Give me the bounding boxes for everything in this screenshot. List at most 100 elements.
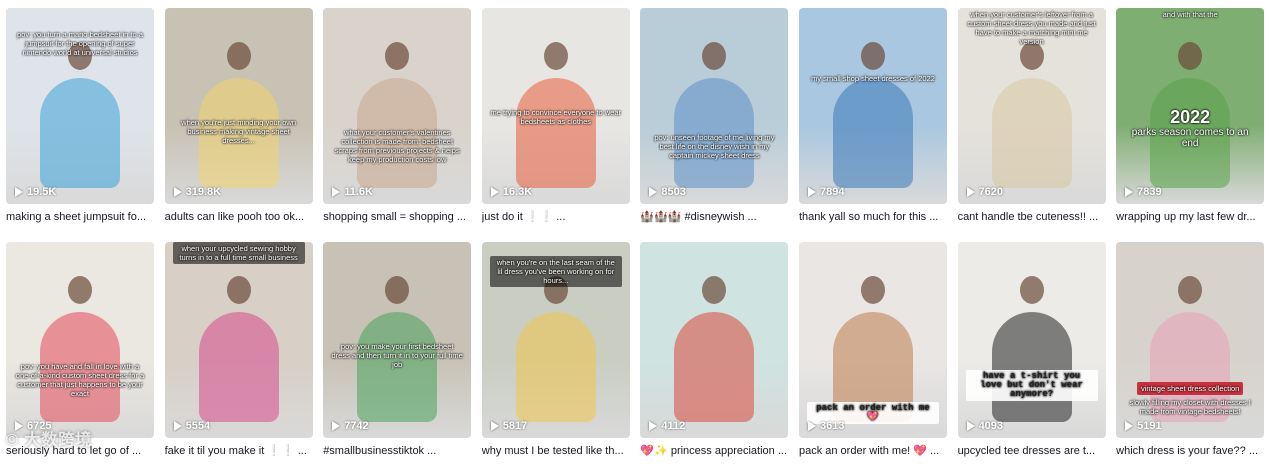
video-thumbnail[interactable]: what your customer's valentines collecti… bbox=[323, 8, 472, 204]
video-card[interactable]: what your customer's valentines collecti… bbox=[323, 8, 472, 242]
view-count: 319.8K bbox=[173, 186, 222, 198]
person-head bbox=[860, 276, 885, 304]
video-card[interactable]: pov: you turn a mario bedsheet in to a j… bbox=[6, 8, 154, 242]
view-count: 7742 bbox=[332, 420, 369, 432]
video-card[interactable]: pack an order with me 💖 3613 pack an order… bbox=[798, 242, 947, 476]
video-card[interactable]: when your upcycled sewing hobby turns in… bbox=[164, 242, 313, 476]
video-thumbnail[interactable]: and with that the 2022 parks season comes … bbox=[1116, 8, 1265, 204]
video-card[interactable]: vintage sheet dress collection slowly fil… bbox=[1116, 242, 1265, 476]
video-thumbnail[interactable]: when your customer's leftover from a cus… bbox=[957, 8, 1106, 204]
view-count-label: 7620 bbox=[978, 186, 1004, 198]
play-icon bbox=[1125, 187, 1134, 197]
view-count-label: 8503 bbox=[661, 186, 686, 198]
view-count-label: 19.5K bbox=[27, 186, 57, 198]
video-overlay-text: when you're just minding your own busine… bbox=[181, 118, 296, 145]
view-count-label: 7742 bbox=[344, 420, 369, 432]
video-card[interactable]: my small shop sheet dresses of 2022 7894 t… bbox=[798, 8, 947, 242]
play-icon bbox=[649, 187, 658, 197]
video-thumbnail[interactable]: my small shop sheet dresses of 2022 7894 bbox=[798, 8, 947, 204]
view-count: 7894 bbox=[807, 186, 844, 198]
play-icon bbox=[807, 187, 816, 197]
person-head bbox=[702, 276, 727, 304]
view-count-label: 319.8K bbox=[185, 186, 222, 198]
view-count: 16.3K bbox=[490, 186, 532, 198]
video-caption[interactable]: thank yall so much for this ... bbox=[799, 210, 947, 224]
view-count: 5817 bbox=[490, 420, 528, 432]
view-count-label: 5191 bbox=[1137, 420, 1162, 432]
person-head bbox=[385, 276, 410, 304]
video-thumbnail[interactable]: vintage sheet dress collection slowly fil… bbox=[1116, 242, 1265, 438]
video-caption[interactable]: shopping small = shopping ... bbox=[323, 210, 471, 224]
dress-shape bbox=[674, 312, 755, 422]
video-caption[interactable]: upcycled tee dresses are t... bbox=[958, 444, 1106, 458]
video-caption[interactable]: fake it til you make it ❕❕ ... bbox=[165, 444, 313, 458]
dress-shape bbox=[991, 78, 1072, 188]
person-head bbox=[860, 42, 885, 70]
video-caption[interactable]: 🏰🏰🏰 #disneywish ... bbox=[640, 210, 788, 224]
play-icon bbox=[173, 421, 182, 431]
video-thumbnail[interactable]: have a t-shirt you love but don't wear a… bbox=[957, 242, 1106, 438]
dress-shape bbox=[198, 312, 279, 422]
video-caption[interactable]: adults can like pooh too ok... bbox=[165, 210, 313, 224]
video-thumbnail[interactable]: pov: you make your first bedsheet dress … bbox=[323, 242, 472, 438]
video-caption[interactable]: which dress is your fave?? ... bbox=[1116, 444, 1264, 458]
view-count: 7839 bbox=[1125, 186, 1162, 198]
video-thumbnail[interactable]: pov: you have and fall in love with a on… bbox=[6, 242, 154, 438]
video-overlay-text: pov: you have and fall in love with a on… bbox=[15, 362, 145, 398]
video-thumbnail[interactable]: when you're just minding your own busine… bbox=[164, 8, 313, 204]
view-count: 5554 bbox=[173, 420, 211, 432]
video-thumbnail[interactable]: when you're on the last seam of the lil … bbox=[481, 242, 630, 438]
video-thumbnail[interactable]: when your upcycled sewing hobby turns in… bbox=[164, 242, 313, 438]
video-thumbnail[interactable]: pack an order with me 💖 3613 bbox=[798, 242, 947, 438]
video-card[interactable]: pov: unseen footage of me living my best… bbox=[640, 8, 789, 242]
video-overlay-text: when your customer's leftover from a cus… bbox=[967, 10, 1096, 46]
video-overlay-text: and with that the 2022 parks season comes … bbox=[1116, 10, 1264, 149]
video-thumbnail[interactable]: me trying to convince everyone to wear b… bbox=[481, 8, 630, 204]
dress-shape bbox=[40, 78, 120, 188]
video-thumbnail[interactable]: pov: you turn a mario bedsheet in to a j… bbox=[6, 8, 154, 204]
video-thumbnail[interactable]: pov: unseen footage of me living my best… bbox=[640, 8, 789, 204]
video-card[interactable]: 4112 💖✨ princess appreciation ... bbox=[640, 242, 789, 476]
play-icon bbox=[332, 421, 341, 431]
video-overlay-text-2: 2022 bbox=[1170, 107, 1211, 127]
video-caption[interactable]: #smallbusinesstiktok ... bbox=[323, 444, 471, 458]
video-caption[interactable]: cant handle tbe cuteness!! ... bbox=[958, 210, 1106, 224]
video-card[interactable]: when you're just minding your own busine… bbox=[164, 8, 313, 242]
video-caption[interactable]: why must I be tested like th... bbox=[482, 444, 630, 458]
person-head bbox=[1019, 276, 1044, 304]
video-overlay-text: pov: you make your first bedsheet dress … bbox=[331, 342, 463, 369]
video-card[interactable]: when your customer's leftover from a cus… bbox=[957, 8, 1106, 242]
video-overlay-text: pov: unseen footage of me living my best… bbox=[654, 133, 775, 160]
play-icon bbox=[807, 421, 816, 431]
video-overlay-text: have a t-shirt you love but don't wear a… bbox=[958, 370, 1106, 401]
view-count-label: 5554 bbox=[185, 420, 211, 432]
video-card[interactable]: me trying to convince everyone to wear b… bbox=[481, 8, 630, 242]
video-card[interactable]: have a t-shirt you love but don't wear a… bbox=[957, 242, 1106, 476]
video-overlay-text-2: slowly filling my closet with dresses I … bbox=[1129, 398, 1251, 416]
video-caption[interactable]: 💖✨ princess appreciation ... bbox=[640, 444, 788, 458]
play-icon bbox=[332, 187, 341, 197]
play-icon bbox=[173, 187, 182, 197]
video-card[interactable]: pov: you make your first bedsheet dress … bbox=[323, 242, 472, 476]
video-caption[interactable]: making a sheet jumpsuit fo... bbox=[6, 210, 154, 224]
video-caption[interactable]: pack an order with me! 💖 ... bbox=[799, 444, 947, 458]
person-head bbox=[68, 276, 92, 304]
person-head bbox=[226, 276, 251, 304]
video-caption[interactable]: just do it ❕❕ ... bbox=[482, 210, 630, 224]
person-head bbox=[385, 42, 410, 70]
play-icon bbox=[490, 421, 499, 431]
video-card[interactable]: when you're on the last seam of the lil … bbox=[481, 242, 630, 476]
view-count: 19.5K bbox=[15, 186, 56, 198]
view-count: 8503 bbox=[649, 186, 686, 198]
video-thumbnail[interactable]: 4112 bbox=[640, 242, 789, 438]
video-card[interactable]: and with that the 2022 parks season comes … bbox=[1116, 8, 1265, 242]
play-icon bbox=[490, 187, 499, 197]
play-icon bbox=[15, 187, 23, 197]
video-overlay-text: pov: you turn a mario bedsheet in to a j… bbox=[17, 30, 143, 57]
view-count-label: 5817 bbox=[502, 420, 528, 432]
video-overlay-text-3: parks season comes to an end bbox=[1131, 127, 1249, 149]
video-caption[interactable]: wrapping up my last few dr... bbox=[1116, 210, 1264, 224]
view-count: 4112 bbox=[649, 420, 685, 432]
view-count: 3613 bbox=[807, 420, 844, 432]
video-overlay-text: when your upcycled sewing hobby turns in… bbox=[165, 242, 313, 264]
